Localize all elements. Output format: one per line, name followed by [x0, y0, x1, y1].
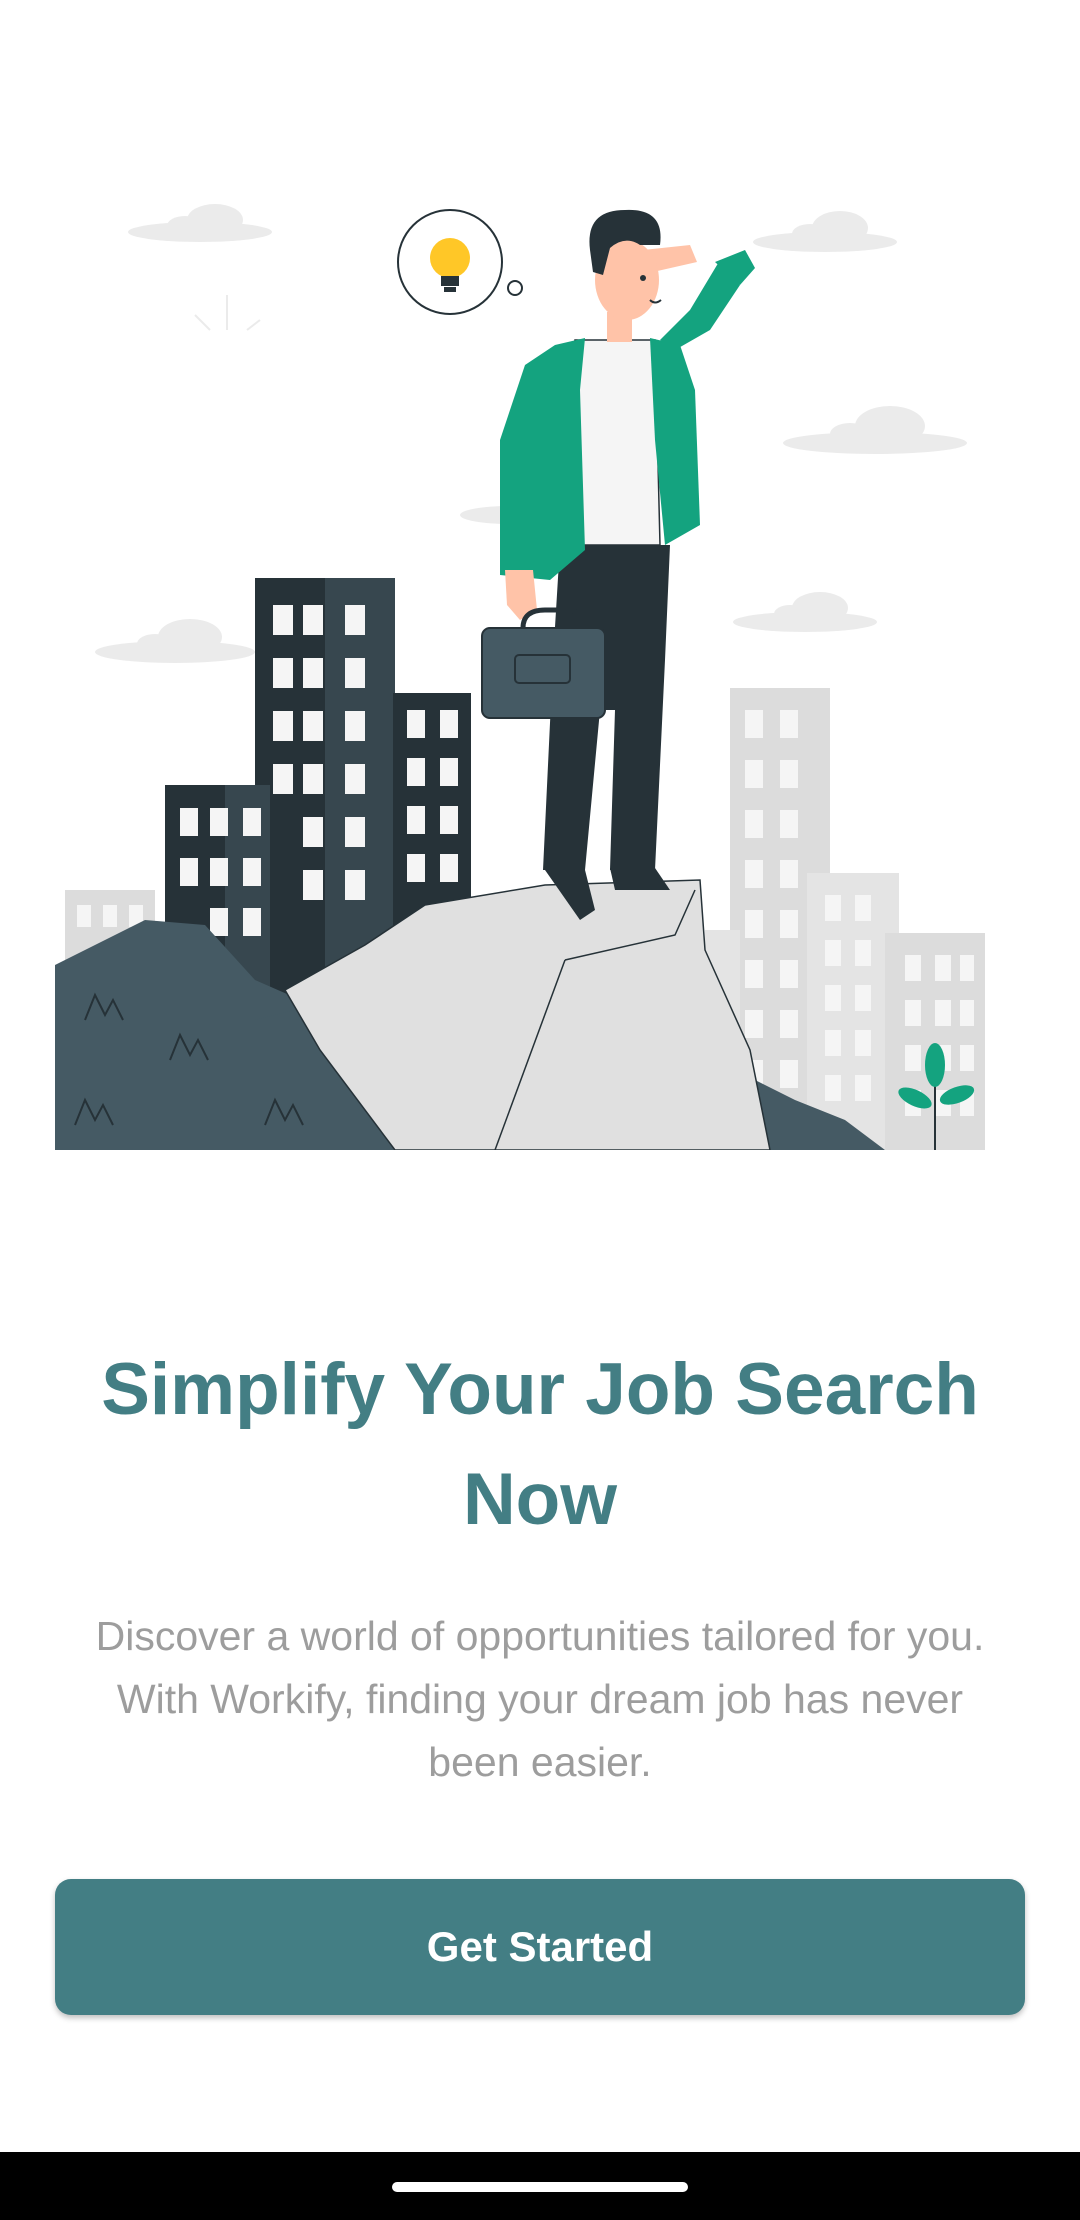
job-search-city-illustration	[55, 204, 985, 1150]
page-title: Simplify Your Job Search Now	[101, 1349, 979, 1540]
cloud-icon	[128, 204, 272, 242]
cloud-icon	[733, 592, 877, 632]
system-navigation-bar	[0, 2152, 1080, 2220]
person-illustration	[481, 209, 755, 920]
cloud-icon	[95, 619, 255, 663]
get-started-button[interactable]: Get Started	[55, 1879, 1025, 2015]
cloud-icon	[783, 406, 967, 454]
onboarding-screen: Simplify Your Job Search Now Discover a …	[0, 0, 1080, 2220]
hero-illustration	[55, 190, 985, 1150]
home-gesture-bar[interactable]	[392, 2182, 688, 2192]
cloud-icon	[753, 211, 897, 252]
idea-lightbulb-icon	[397, 209, 523, 315]
briefcase-icon	[481, 607, 606, 719]
page-description: Discover a world of opportunities tailor…	[95, 1613, 985, 1785]
